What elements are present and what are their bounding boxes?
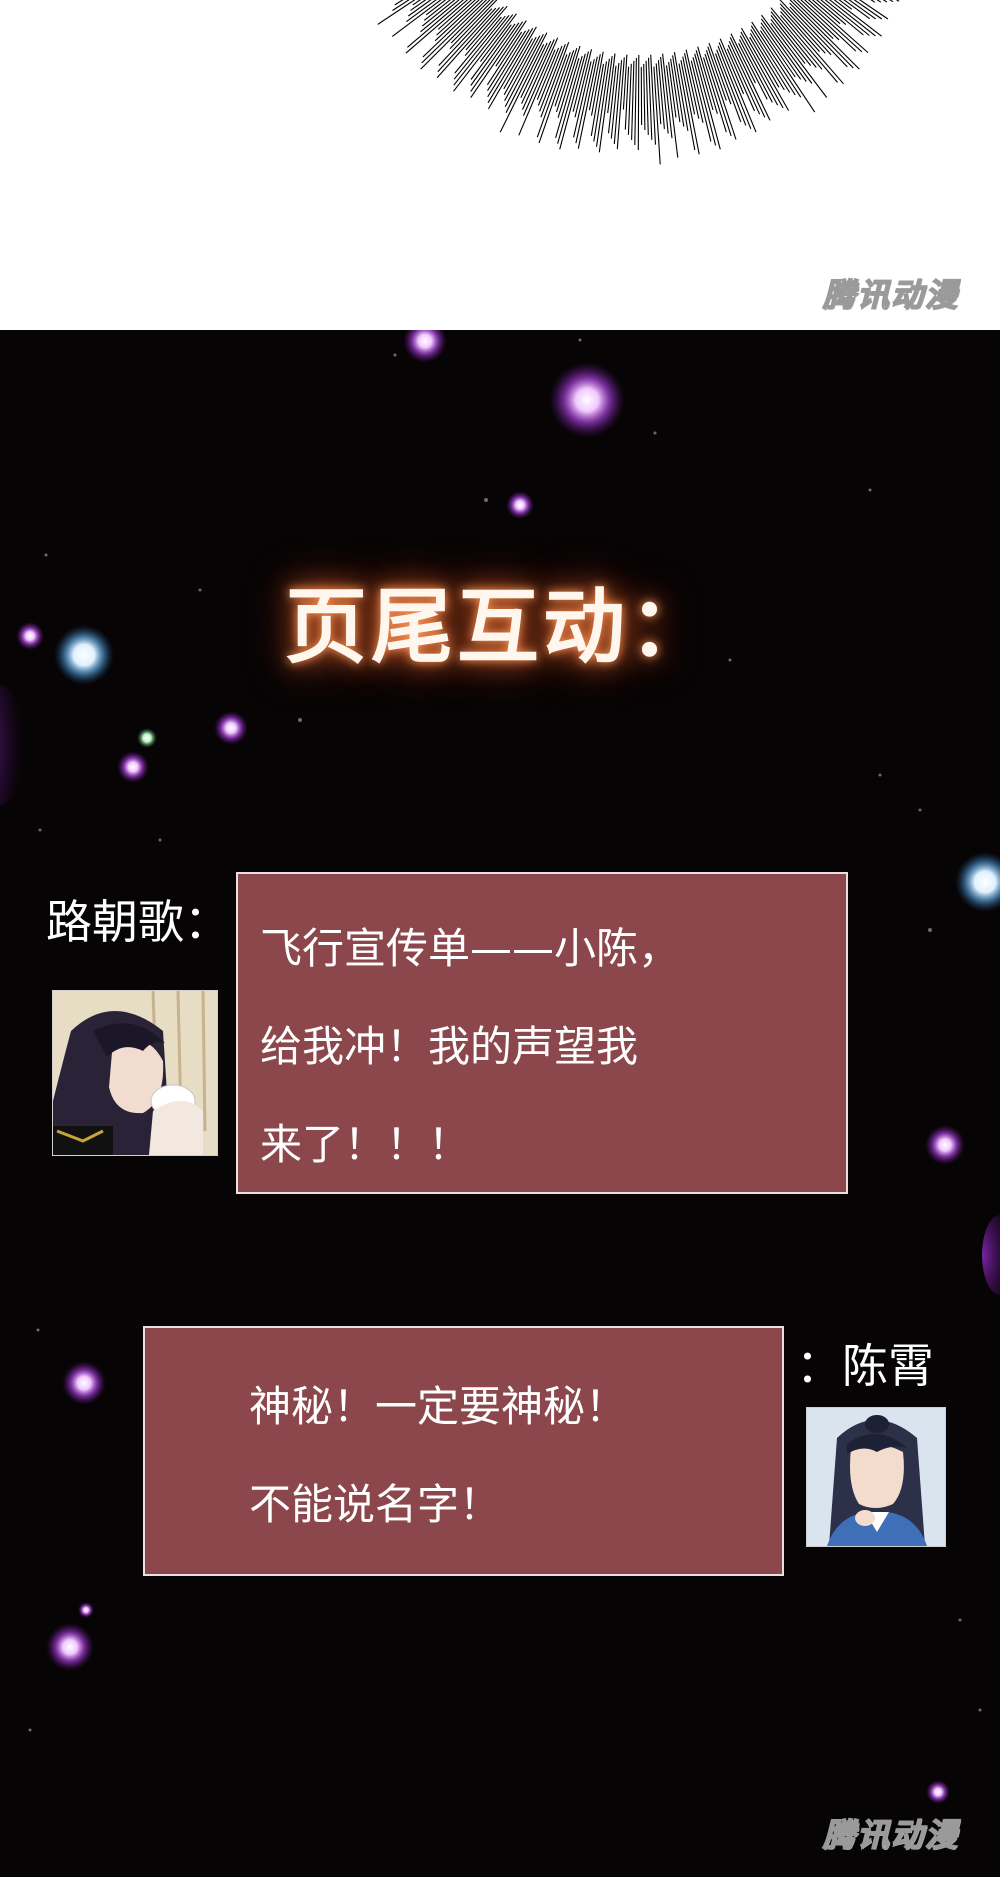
- top-panel: 腾讯动漫: [0, 0, 1000, 330]
- burst-line: [643, 63, 646, 131]
- burst-line: [738, 39, 773, 103]
- speaker-name-lu-zhaoge: 路朝歌：: [46, 895, 230, 949]
- speech-bubble-chen-xiao: 神秘！一定要神秘！ 不能说名字！: [143, 1326, 784, 1576]
- watermark-logo: 腾讯动漫: [822, 1815, 960, 1855]
- chen-xiao-portrait-icon: [806, 1407, 946, 1547]
- burst-line: [590, 51, 604, 116]
- burst-line: [749, 33, 785, 91]
- burst-line: [895, 0, 900, 2]
- dialogue-line: 不能说名字！: [249, 1480, 502, 1529]
- dialogue-line: 神秘！一定要神秘！: [249, 1382, 628, 1431]
- speech-bubble-lu-zhaoge: 飞行宣传单——小陈， 给我冲！我的声望我 来了！！！: [236, 872, 848, 1194]
- burst-line: [631, 60, 635, 140]
- page-end-interaction-heading: 页尾互动：: [284, 580, 715, 675]
- burst-line: [555, 48, 578, 113]
- burst-line: [598, 56, 613, 153]
- lu-zhaoge-portrait-icon: [52, 990, 218, 1156]
- watermark-logo: 腾讯动漫: [822, 275, 960, 315]
- burst-line: [627, 63, 632, 135]
- burst-line: [637, 54, 640, 151]
- burst-line: [595, 58, 610, 147]
- dialogue-line: 给我冲！我的声望我: [260, 1022, 639, 1071]
- burst-line: [645, 60, 649, 135]
- burst-line: [593, 61, 608, 142]
- starfield-panel: 页尾互动： 路朝歌： 飞行宣传单——小陈， 给我冲！我的声望我 来了！！！ ：陈…: [0, 330, 1000, 1877]
- burst-line: [634, 57, 637, 146]
- comic-page: 腾讯动漫 页尾互动： 路朝歌： 飞行宣传单——小陈， 给我冲！我的声望我 来了！…: [0, 0, 1000, 1877]
- dialogue-line: 飞行宣传单——小陈，: [260, 924, 681, 973]
- dialogue-line: 来了！！！: [260, 1120, 471, 1169]
- burst-line: [486, 31, 523, 86]
- speaker-name-chen-xiao: ：陈霄: [796, 1339, 934, 1393]
